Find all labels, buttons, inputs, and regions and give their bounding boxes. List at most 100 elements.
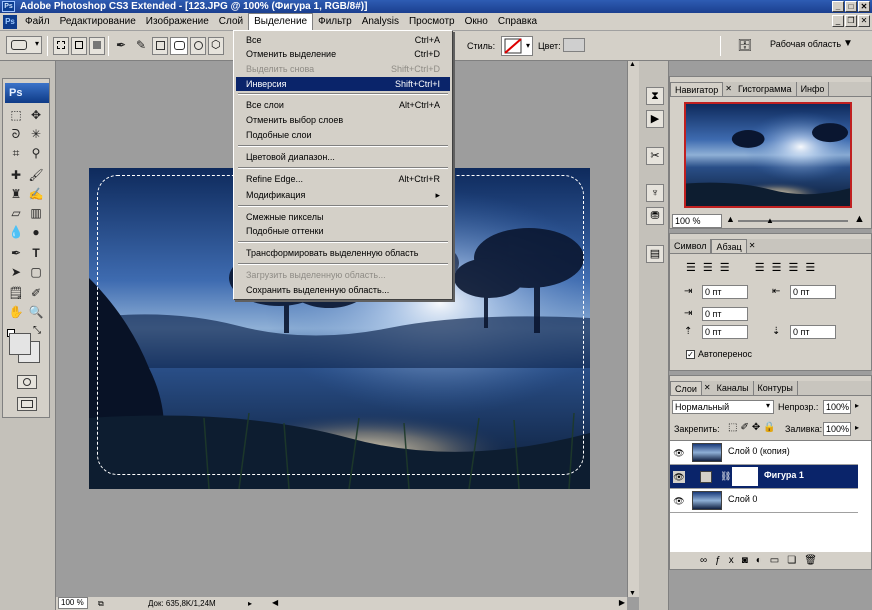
menu-item-similar-layers[interactable]: Подобные слои (236, 128, 450, 142)
menu-image[interactable]: Изображение (141, 14, 214, 30)
menu-filter[interactable]: Фильтр (313, 14, 357, 30)
menu-edit[interactable]: Редактирование (55, 14, 141, 30)
close-icon[interactable]: ✕ (702, 381, 713, 395)
chevron-down-icon[interactable]: ▾ (766, 401, 770, 410)
align-center-icon[interactable]: ☰ (703, 262, 720, 274)
blend-mode-select[interactable]: Нормальный (672, 400, 774, 414)
menu-item-color-range[interactable]: Цветовой диапазон... (236, 150, 450, 164)
quick-mask-button[interactable] (17, 375, 37, 389)
tab-paragraph[interactable]: Абзац (711, 239, 747, 253)
ellipse-shape-button[interactable] (190, 37, 206, 55)
link-icon[interactable]: ⛓ (720, 471, 731, 482)
tab-histogram[interactable]: Гистограмма (734, 82, 797, 96)
notes-tool-icon[interactable]: 🗒 (7, 285, 25, 301)
indent-right-field[interactable]: 0 пт (790, 285, 836, 299)
eraser-icon[interactable]: ▱ (7, 205, 25, 221)
menu-view[interactable]: Просмотр (404, 14, 460, 30)
status-icon[interactable]: ⧉ (98, 597, 104, 610)
tool-presets-icon[interactable]: ✂ (646, 147, 664, 165)
maximize-button[interactable]: □ (845, 1, 857, 12)
zoom-field[interactable]: 100 % (58, 597, 88, 609)
history-brush-icon[interactable]: ✍ (27, 186, 45, 202)
tab-channels[interactable]: Каналы (713, 381, 754, 395)
scroll-down-icon[interactable]: ▼ (629, 590, 636, 597)
align-right-icon[interactable]: ☰ (720, 262, 737, 274)
fill-field[interactable]: 100% (823, 422, 851, 436)
menu-item-transform-selection[interactable]: Трансформировать выделенную область (236, 246, 450, 260)
close-icon[interactable]: ✕ (747, 239, 758, 253)
justify-left-icon[interactable]: ☰ (755, 262, 772, 274)
chevron-down-icon[interactable]: ▼ (843, 38, 853, 49)
link-layers-icon[interactable]: ∞ (700, 555, 715, 566)
color-swatch[interactable] (563, 38, 585, 52)
doc-minimize-button[interactable]: _ (832, 15, 844, 27)
zoom-in-icon[interactable]: ▲ (854, 213, 865, 225)
eye-icon[interactable]: 👁 (673, 447, 685, 459)
tab-paths[interactable]: Контуры (754, 381, 798, 395)
crop-tool-icon[interactable]: ⌗ (7, 145, 25, 161)
menu-item-load-selection[interactable]: Загрузить выделенную область... (236, 268, 450, 282)
minimize-button[interactable]: _ (832, 1, 844, 12)
justify-all-icon[interactable]: ☰ (805, 262, 822, 274)
tab-layers[interactable]: Слои (670, 381, 702, 395)
zoom-out-icon[interactable]: ▲ (726, 214, 735, 224)
ps-menu-icon[interactable]: Ps (3, 14, 17, 29)
dodge-tool-icon[interactable]: ● (27, 224, 45, 240)
horizontal-scrollbar[interactable]: ◀ ▶ (270, 597, 627, 610)
menu-help[interactable]: Справка (493, 14, 542, 30)
adjustment-layer-icon[interactable]: ◐ (756, 555, 770, 566)
trash-icon[interactable]: 🗑 (804, 555, 825, 566)
screen-mode-button[interactable] (17, 397, 37, 411)
eye-icon[interactable]: 👁 (673, 495, 685, 507)
menu-item-modify[interactable]: Модификация ▸ (236, 188, 450, 202)
brush-tool-icon[interactable]: 🖌 (27, 167, 45, 183)
menu-item-save-selection[interactable]: Сохранить выделенную область... (236, 283, 450, 297)
move-tool-icon[interactable]: ✥ (27, 107, 45, 123)
style-picker[interactable]: ▾ (501, 36, 533, 56)
paths-button[interactable] (71, 37, 87, 55)
clone-stamp-icon[interactable]: ♜ (7, 186, 25, 202)
menu-window[interactable]: Окно (460, 14, 493, 30)
fill-pixels-button[interactable] (89, 37, 105, 55)
layer-row-selected[interactable]: 👁 ⛓ Фигура 1 (670, 465, 858, 489)
status-menu-arrow[interactable]: ▸ (248, 597, 252, 610)
menu-layer[interactable]: Слой (214, 14, 248, 30)
menu-item-similar[interactable]: Подобные оттенки (236, 224, 450, 238)
alignment-buttons[interactable]: ☰☰☰ ☰☰☰☰ (686, 261, 822, 274)
slider-thumb-icon[interactable]: ▲ (766, 216, 774, 225)
pen-tool-icon[interactable]: ✒ (7, 245, 25, 261)
lasso-tool-icon[interactable]: ᘐ (7, 126, 25, 142)
opacity-field[interactable]: 100% (823, 400, 851, 414)
layer-row[interactable]: 👁 Слой 0 (670, 489, 858, 513)
lock-buttons[interactable]: ⬚✐✥🔒 (728, 422, 779, 433)
tab-navigator[interactable]: Навигатор (670, 82, 724, 96)
healing-brush-icon[interactable]: ✚ (7, 167, 25, 183)
justify-right-icon[interactable]: ☰ (788, 262, 805, 274)
polygon-shape-button[interactable]: ⬡ (208, 37, 224, 55)
layer-row[interactable]: 👁 Слой 0 (копия) (670, 441, 858, 465)
layer-comps-icon[interactable]: ▤ (646, 245, 664, 263)
type-tool-icon[interactable]: T (27, 245, 45, 261)
hyphenate-checkbox[interactable]: ✓ (686, 350, 695, 359)
shape-tool-icon[interactable]: ▢ (27, 264, 45, 280)
scroll-left-icon[interactable]: ◀ (272, 598, 278, 607)
workspace-menu[interactable]: Рабочая область (770, 39, 841, 49)
magic-wand-icon[interactable]: ✳ (27, 126, 45, 142)
menu-item-all-layers[interactable]: Все слои Alt+Ctrl+A (236, 98, 450, 112)
eyedropper-icon[interactable]: ⚲ (27, 145, 45, 161)
gradient-tool-icon[interactable]: ▥ (27, 205, 45, 221)
indent-left-field[interactable]: 0 пт (702, 285, 748, 299)
hand-tool-icon[interactable]: ✋ (7, 304, 25, 320)
navigator-preview[interactable] (684, 102, 852, 208)
menu-item-deselect-layers[interactable]: Отменить выбор слоев (236, 113, 450, 127)
layer-style-icon[interactable]: ƒx (715, 555, 742, 566)
brushes-panel-icon[interactable]: ♆ (646, 184, 664, 202)
zoom-tool-icon[interactable]: 🔍 (27, 304, 45, 320)
justify-center-icon[interactable]: ☰ (772, 262, 789, 274)
menu-item-select-all[interactable]: Все Ctrl+A (236, 33, 450, 47)
rounded-rect-shape-button[interactable] (170, 37, 188, 55)
close-icon[interactable]: ✕ (723, 82, 734, 96)
menu-item-reselect[interactable]: Выделить снова Shift+Ctrl+D (236, 62, 450, 76)
eye-icon[interactable]: 👁 (673, 471, 685, 483)
menu-file[interactable]: Файл (20, 14, 55, 30)
